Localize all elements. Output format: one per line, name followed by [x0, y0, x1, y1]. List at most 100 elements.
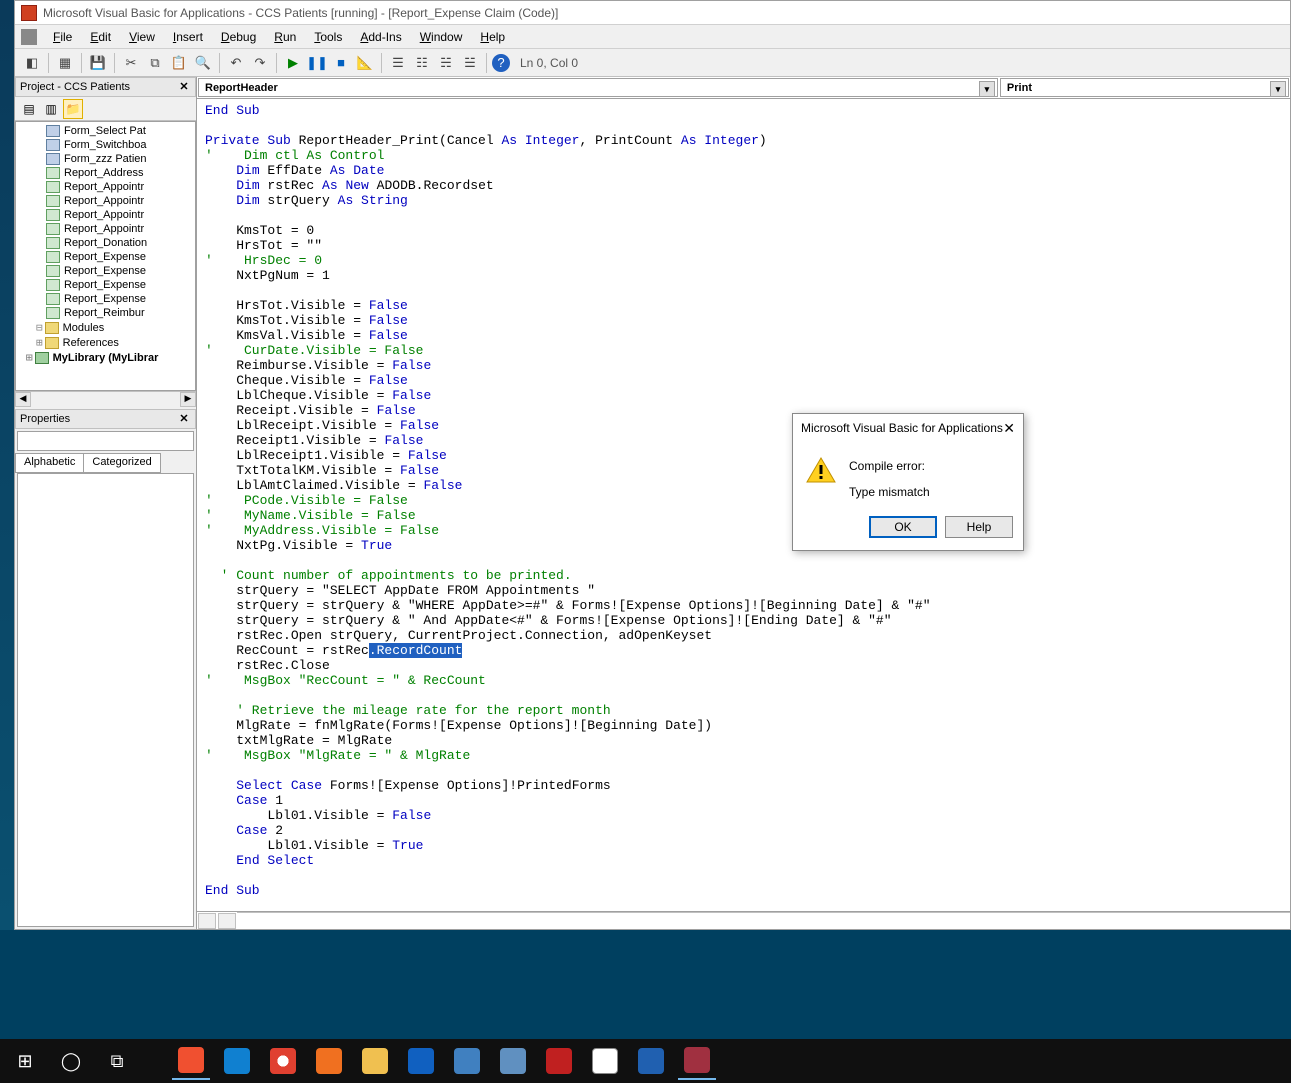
reset-button[interactable]: ■ — [330, 52, 352, 74]
properties-object-combo[interactable] — [17, 431, 194, 451]
menu-view[interactable]: View — [121, 28, 163, 46]
toolbox-button[interactable]: ☱ — [459, 52, 481, 74]
copy-button[interactable]: ⧉ — [144, 52, 166, 74]
project-tree[interactable]: Form_Select PatForm_SwitchboaForm_zzz Pa… — [15, 121, 196, 391]
help-button[interactable]: ? — [492, 54, 510, 72]
save-button[interactable]: 💾 — [87, 52, 109, 74]
taskbar-app-edge[interactable] — [218, 1042, 256, 1080]
dialog-titlebar[interactable]: Microsoft Visual Basic for Applications … — [793, 414, 1023, 442]
tree-item[interactable]: Form_Switchboa — [18, 138, 193, 152]
chevron-down-icon[interactable]: ▾ — [979, 81, 995, 97]
run-button[interactable]: ▶ — [282, 52, 304, 74]
tree-item[interactable]: Report_Address — [18, 166, 193, 180]
view-code-button[interactable]: ▤ — [19, 99, 39, 119]
dialog-message: Compile error: Type mismatch — [849, 456, 930, 502]
toolbar-separator — [219, 53, 220, 73]
toggle-folders-button[interactable]: 📁 — [63, 99, 83, 119]
find-button[interactable]: 🔍 — [192, 52, 214, 74]
menu-addins[interactable]: Add-Ins — [352, 28, 409, 46]
procedure-view-button[interactable] — [198, 913, 216, 929]
object-dropdown[interactable]: ReportHeader ▾ — [198, 78, 998, 97]
redo-button[interactable]: ↷ — [249, 52, 271, 74]
menu-run[interactable]: Run — [266, 28, 304, 46]
full-module-view-button[interactable] — [218, 913, 236, 929]
help-button[interactable]: Help — [945, 516, 1013, 538]
cut-button[interactable]: ✂ — [120, 52, 142, 74]
properties-grid[interactable] — [17, 473, 194, 927]
chevron-down-icon[interactable]: ▾ — [1270, 81, 1286, 97]
close-icon[interactable]: ✕ — [1003, 420, 1015, 437]
taskbar-app-chrome[interactable] — [264, 1042, 302, 1080]
tree-hscroll[interactable]: ◀ ▶ — [15, 391, 196, 407]
view-access-button[interactable]: ◧ — [21, 52, 43, 74]
scroll-left-icon[interactable]: ◀ — [15, 392, 31, 407]
tree-item[interactable]: Report_Expense — [18, 250, 193, 264]
procedure-dropdown-value: Print — [1007, 82, 1032, 94]
code-hscroll[interactable] — [237, 912, 1290, 929]
tree-item[interactable]: Report_Donation — [18, 236, 193, 250]
menu-file[interactable]: File — [45, 28, 80, 46]
view-object-button[interactable]: ▥ — [41, 99, 61, 119]
tree-item[interactable]: Form_Select Pat — [18, 124, 193, 138]
properties-panel-header[interactable]: Properties ✕ — [15, 409, 196, 429]
close-icon[interactable]: ✕ — [177, 412, 191, 426]
tree-item[interactable]: Form_zzz Patien — [18, 152, 193, 166]
tree-item[interactable]: Report_Appointr — [18, 222, 193, 236]
code-editor[interactable]: End Sub Private Sub ReportHeader_Print(C… — [197, 99, 1290, 911]
dialog-title-text: Microsoft Visual Basic for Applications — [801, 421, 1003, 435]
tree-folder[interactable]: ⊟Modules — [18, 320, 193, 335]
start-button[interactable]: ⊞ — [6, 1042, 44, 1080]
taskbar-app-acrobat[interactable] — [540, 1042, 578, 1080]
procedure-dropdown[interactable]: Print ▾ — [1000, 78, 1289, 97]
taskbar[interactable]: ⊞ ◯ ⧉ — [0, 1039, 1291, 1083]
taskbar-app-generic2[interactable] — [494, 1042, 532, 1080]
tree-item[interactable]: Report_Appointr — [18, 180, 193, 194]
menu-debug[interactable]: Debug — [213, 28, 264, 46]
object-browser-button[interactable]: ☵ — [435, 52, 457, 74]
window-title: Microsoft Visual Basic for Applications … — [43, 6, 558, 20]
scroll-right-icon[interactable]: ▶ — [180, 392, 196, 407]
project-panel-header[interactable]: Project - CCS Patients ✕ — [15, 77, 196, 97]
project-explorer-button[interactable]: ☰ — [387, 52, 409, 74]
tree-item[interactable]: Report_Expense — [18, 264, 193, 278]
tab-categorized[interactable]: Categorized — [83, 453, 160, 473]
tree-item[interactable]: Report_Appointr — [18, 194, 193, 208]
design-mode-button[interactable]: 📐 — [354, 52, 376, 74]
taskbar-app-access[interactable] — [678, 1042, 716, 1080]
cursor-position: Ln 0, Col 0 — [512, 56, 586, 70]
menu-help[interactable]: Help — [472, 28, 513, 46]
tree-library[interactable]: ⊞MyLibrary (MyLibrar — [18, 350, 193, 365]
taskbar-app-word[interactable] — [632, 1042, 670, 1080]
undo-button[interactable]: ↶ — [225, 52, 247, 74]
toolbar-separator — [486, 53, 487, 73]
taskbar-app-outlook[interactable] — [402, 1042, 440, 1080]
ok-button[interactable]: OK — [869, 516, 937, 538]
search-button[interactable]: ◯ — [52, 1042, 90, 1080]
properties-window-button[interactable]: ☷ — [411, 52, 433, 74]
vba-editor-window: Microsoft Visual Basic for Applications … — [14, 0, 1291, 930]
tree-item[interactable]: Report_Expense — [18, 278, 193, 292]
close-icon[interactable]: ✕ — [177, 80, 191, 94]
taskbar-app-brave[interactable] — [172, 1042, 210, 1080]
paste-button[interactable]: 📋 — [168, 52, 190, 74]
tree-item[interactable]: Report_Appointr — [18, 208, 193, 222]
menu-tools[interactable]: Tools — [306, 28, 350, 46]
taskbar-app-generic3[interactable] — [586, 1042, 624, 1080]
taskbar-app-firefox[interactable] — [310, 1042, 348, 1080]
menu-edit[interactable]: Edit — [82, 28, 119, 46]
tab-alphabetic[interactable]: Alphabetic — [15, 453, 83, 473]
tree-folder[interactable]: ⊞References — [18, 335, 193, 350]
code-footer — [197, 911, 1290, 929]
menu-insert[interactable]: Insert — [165, 28, 211, 46]
tree-item[interactable]: Report_Reimbur — [18, 306, 193, 320]
taskbar-app-explorer[interactable] — [356, 1042, 394, 1080]
taskbar-app-generic1[interactable] — [448, 1042, 486, 1080]
insert-button[interactable]: ▦ — [54, 52, 76, 74]
task-view-button[interactable]: ⧉ — [98, 1042, 136, 1080]
menu-window[interactable]: Window — [412, 28, 471, 46]
break-button[interactable]: ❚❚ — [306, 52, 328, 74]
tree-item[interactable]: Report_Expense — [18, 292, 193, 306]
scroll-track[interactable] — [31, 392, 180, 407]
titlebar[interactable]: Microsoft Visual Basic for Applications … — [15, 1, 1290, 25]
system-menu-icon[interactable] — [21, 29, 37, 45]
